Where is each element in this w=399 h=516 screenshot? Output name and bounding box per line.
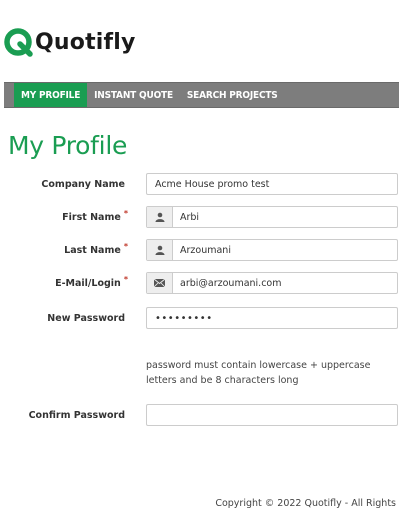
- main-nav: MY PROFILE INSTANT QUOTE SEARCH PROJECTS: [4, 82, 399, 108]
- first-name-field[interactable]: Arbi: [146, 206, 398, 228]
- quotifly-logo-icon: [4, 28, 34, 58]
- company-name-field[interactable]: Acme House promo test: [146, 173, 398, 195]
- brand-logo[interactable]: Quotifly: [4, 27, 136, 59]
- first-name-label: First Name *: [62, 209, 128, 223]
- company-name-value: Acme House promo test: [155, 178, 270, 190]
- nav-item-my-profile[interactable]: MY PROFILE: [14, 83, 88, 107]
- email-value: arbi@arzoumani.com: [180, 277, 282, 289]
- new-password-label: New Password: [47, 313, 125, 324]
- confirm-password-field[interactable]: [146, 404, 398, 426]
- envelope-icon: [147, 273, 173, 293]
- last-name-field[interactable]: Arzoumani: [146, 239, 398, 261]
- user-icon: [147, 240, 173, 260]
- required-marker: *: [123, 275, 128, 284]
- new-password-value: •••••••••: [155, 312, 213, 324]
- user-icon: [147, 207, 173, 227]
- company-name-label: Company Name: [41, 179, 125, 190]
- page-title: My Profile: [8, 131, 128, 160]
- required-marker: *: [123, 242, 128, 251]
- email-field[interactable]: arbi@arzoumani.com: [146, 272, 398, 294]
- first-name-value: Arbi: [180, 211, 200, 223]
- brand-name: Quotifly: [35, 30, 136, 55]
- nav-item-search-projects[interactable]: SEARCH PROJECTS: [180, 83, 285, 107]
- new-password-field[interactable]: •••••••••: [146, 307, 398, 329]
- email-label: E-Mail/Login *: [55, 275, 128, 289]
- last-name-value: Arzoumani: [180, 244, 231, 256]
- nav-item-instant-quote[interactable]: INSTANT QUOTE: [87, 83, 180, 107]
- last-name-label: Last Name *: [64, 242, 128, 256]
- confirm-password-label: Confirm Password: [28, 410, 125, 421]
- password-help-text: password must contain lowercase + upperc…: [146, 360, 371, 386]
- required-marker: *: [123, 209, 128, 218]
- copyright-text: Copyright © 2022 Quotifly - All Rights: [215, 498, 396, 509]
